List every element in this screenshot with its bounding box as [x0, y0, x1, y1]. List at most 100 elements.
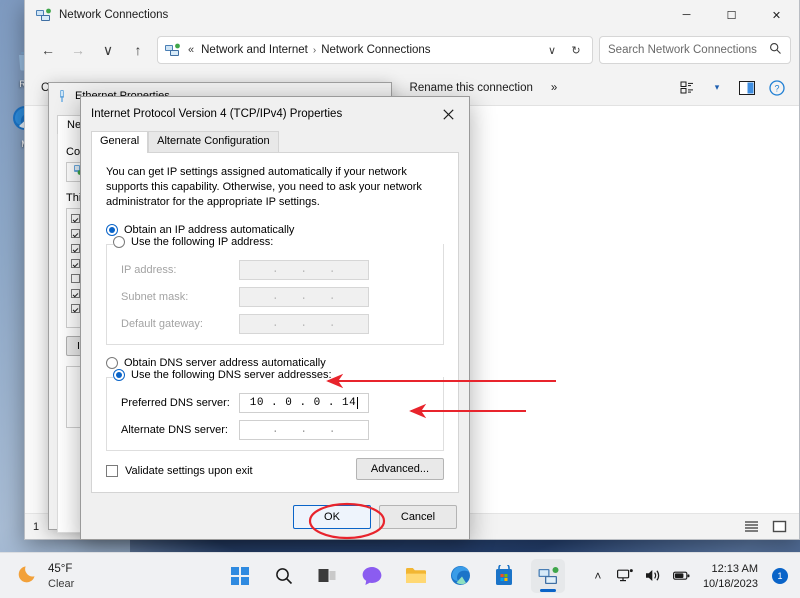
network-connections-icon [164, 42, 180, 58]
explorer-title: Network Connections [59, 9, 168, 21]
preview-pane-icon[interactable] [733, 75, 761, 101]
volume-icon[interactable] [645, 567, 663, 585]
file-explorer-button[interactable] [399, 559, 433, 593]
details-view-icon[interactable] [739, 517, 763, 537]
radio-label: Obtain DNS server address automatically [124, 357, 326, 369]
item-checkbox[interactable] [71, 229, 80, 238]
back-button[interactable]: ← [33, 35, 63, 65]
field-label: Default gateway: [121, 318, 239, 330]
desktop[interactable]: Re M Network Connections ─ ☐ ✕ [0, 0, 800, 598]
minimize-button[interactable]: ─ [664, 0, 709, 30]
weather-widget[interactable]: 45°F Clear [0, 561, 200, 591]
cancel-button[interactable]: Cancel [379, 505, 457, 529]
field-preferred-dns[interactable]: Preferred DNS server: 10 . 0 . 0 . 14 [121, 393, 443, 413]
alternate-dns-input[interactable]: . . . [239, 420, 369, 440]
clock-time: 12:13 AM [712, 563, 758, 575]
start-button[interactable] [223, 559, 257, 593]
breadcrumb-network-and-internet[interactable]: Network and Internet [197, 42, 312, 58]
address-bar[interactable]: « Network and Internet › Network Connect… [157, 36, 593, 64]
radio-label: Obtain an IP address automatically [124, 224, 294, 236]
ipv4-dialog-title-bar[interactable]: Internet Protocol Version 4 (TCP/IPv4) P… [81, 97, 469, 131]
show-hidden-icons-button[interactable]: ˄ [589, 567, 607, 585]
field-alternate-dns[interactable]: Alternate DNS server: . . . [121, 420, 443, 440]
taskbar[interactable]: 45°F Clear [0, 552, 800, 598]
advanced-button[interactable]: Advanced... [356, 458, 444, 480]
view-options-icon[interactable] [673, 75, 701, 101]
ok-button[interactable]: OK [293, 505, 371, 529]
forward-button[interactable]: → [63, 35, 93, 65]
tab-alternate-configuration[interactable]: Alternate Configuration [148, 131, 279, 152]
item-checkbox[interactable] [71, 244, 80, 253]
ip-address-input[interactable]: . . . [239, 260, 369, 280]
radio-label: Use the following DNS server addresses: [131, 369, 332, 381]
search-button[interactable] [267, 559, 301, 593]
radio-button[interactable] [113, 236, 125, 248]
field-default-gateway[interactable]: Default gateway: . . . [121, 314, 443, 334]
radio-use-following-dns[interactable]: Use the following DNS server addresses: [113, 369, 338, 381]
ipv4-dialog-title: Internet Protocol Version 4 (TCP/IPv4) P… [91, 108, 427, 120]
field-label: IP address: [121, 264, 239, 276]
explorer-title-bar[interactable]: Network Connections ─ ☐ ✕ [25, 0, 799, 30]
general-tab-panel: You can get IP settings assigned automat… [91, 152, 459, 493]
weather-condition: Clear [48, 578, 74, 590]
item-checkbox[interactable] [71, 214, 80, 223]
ipv4-properties-dialog[interactable]: Internet Protocol Version 4 (TCP/IPv4) P… [80, 96, 470, 540]
large-icons-view-icon[interactable] [767, 517, 791, 537]
subnet-mask-value: . . . [272, 291, 336, 303]
subnet-mask-input[interactable]: . . . [239, 287, 369, 307]
field-ip-address[interactable]: IP address: . . . [121, 260, 443, 280]
radio-button[interactable] [106, 357, 118, 369]
search-placeholder: Search Network Connections [608, 44, 769, 56]
close-button[interactable]: ✕ [754, 0, 799, 30]
ipv4-dialog-tabs[interactable]: General Alternate Configuration [81, 131, 469, 152]
search-input[interactable]: Search Network Connections [599, 36, 791, 64]
radio-button[interactable] [106, 224, 118, 236]
tab-general[interactable]: General [91, 131, 148, 152]
chevron-down-icon[interactable]: ∨ [540, 38, 564, 62]
maximize-button[interactable]: ☐ [709, 0, 754, 30]
cmd-overflow[interactable]: » [543, 77, 565, 99]
item-checkbox[interactable] [71, 274, 80, 283]
alternate-dns-value: . . . [272, 424, 336, 436]
radio-use-following-ip[interactable]: Use the following IP address: [113, 236, 279, 248]
recent-locations-button[interactable]: ∨ [93, 35, 123, 65]
ip-address-value: . . . [272, 264, 336, 276]
manual-ip-group: Use the following IP address: IP address… [106, 244, 444, 345]
default-gateway-input[interactable]: . . . [239, 314, 369, 334]
explorer-address-row[interactable]: ← → ∨ ↑ « Network and Internet › Netw [25, 30, 799, 70]
default-gateway-value: . . . [272, 318, 336, 330]
ipv4-dialog-footer[interactable]: OK Cancel [293, 505, 457, 529]
notification-badge[interactable]: 1 [772, 568, 788, 584]
item-checkbox[interactable] [71, 259, 80, 268]
up-button[interactable]: ↑ [123, 35, 153, 65]
network-connections-button[interactable] [531, 559, 565, 593]
svg-text:?: ? [774, 83, 779, 93]
field-subnet-mask[interactable]: Subnet mask: . . . [121, 287, 443, 307]
chevron-down-icon[interactable]: ▾ [703, 75, 731, 101]
preferred-dns-value: 10 . 0 . 0 . 14 [250, 397, 357, 409]
store-button[interactable] [487, 559, 521, 593]
radio-obtain-ip-automatically[interactable]: Obtain an IP address automatically [106, 224, 444, 236]
item-checkbox[interactable] [71, 304, 80, 313]
radio-obtain-dns-automatically[interactable]: Obtain DNS server address automatically [106, 357, 444, 369]
radio-button[interactable] [113, 369, 125, 381]
validate-settings-label: Validate settings upon exit [125, 465, 253, 477]
battery-icon[interactable] [673, 567, 691, 585]
edge-button[interactable] [443, 559, 477, 593]
refresh-icon[interactable]: ↻ [564, 38, 588, 62]
breadcrumb-overflow-chevrons[interactable]: « [185, 44, 197, 56]
network-icon[interactable] [617, 567, 635, 585]
help-icon[interactable]: ? [763, 75, 791, 101]
chat-button[interactable] [355, 559, 389, 593]
breadcrumb-network-connections[interactable]: Network Connections [317, 42, 434, 58]
window-controls[interactable]: ─ ☐ ✕ [664, 0, 799, 30]
task-view-button[interactable] [311, 559, 345, 593]
close-icon[interactable] [427, 97, 469, 131]
preferred-dns-input[interactable]: 10 . 0 . 0 . 14 [239, 393, 369, 413]
validate-settings-checkbox[interactable] [106, 465, 118, 477]
system-tray[interactable]: ˄ 12:13 AM 10/18/2023 1 [589, 561, 800, 591]
clock[interactable]: 12:13 AM 10/18/2023 [701, 561, 758, 591]
weather-temperature: 45°F [48, 563, 72, 575]
taskbar-app-buttons[interactable] [200, 559, 589, 593]
item-checkbox[interactable] [71, 289, 80, 298]
